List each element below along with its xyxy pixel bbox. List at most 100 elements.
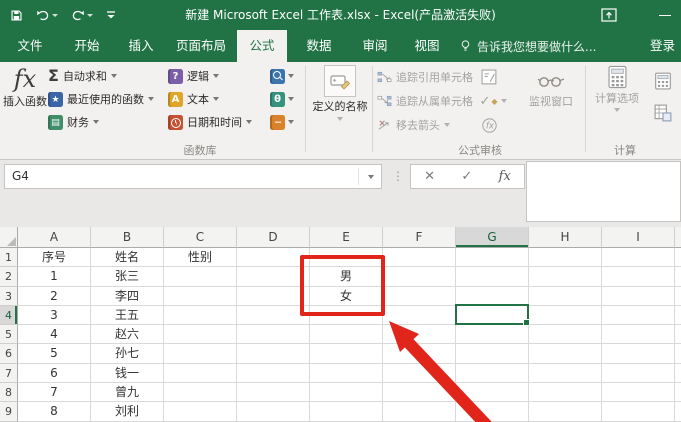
cell-G6[interactable]	[456, 344, 529, 364]
cell-H8[interactable]	[529, 383, 602, 403]
logical-button[interactable]: ? 逻辑	[168, 65, 219, 87]
column-header-I[interactable]: I	[602, 227, 675, 248]
cell-C3[interactable]	[164, 286, 237, 306]
minimize-button[interactable]	[659, 0, 671, 30]
cell-H7[interactable]	[529, 363, 602, 384]
cell-H3[interactable]	[529, 286, 602, 306]
autosum-button[interactable]: Σ 自动求和	[48, 65, 117, 87]
cell-I1[interactable]	[602, 248, 675, 268]
cell-H2[interactable]	[529, 267, 602, 287]
tab-page-layout[interactable]: 页面布局	[168, 30, 234, 62]
cell-F9[interactable]	[383, 402, 456, 422]
column-header-H[interactable]: H	[529, 227, 602, 248]
error-checking-button[interactable]: ✓ ◆	[476, 88, 510, 114]
column-header-E[interactable]: E	[310, 227, 383, 248]
tab-data[interactable]: 数据	[292, 30, 346, 62]
cell-G2[interactable]	[456, 267, 529, 287]
cell-I8[interactable]	[602, 383, 675, 403]
trace-dependents-button[interactable]: 追踪从属单元格	[377, 90, 473, 112]
cell-E6[interactable]	[310, 344, 383, 364]
cell-C6[interactable]	[164, 344, 237, 364]
cell-B9[interactable]: 刘利	[91, 402, 164, 422]
tab-insert[interactable]: 插入	[114, 30, 168, 62]
cell-D7[interactable]	[237, 363, 310, 384]
cell-H6[interactable]	[529, 344, 602, 364]
select-all-corner[interactable]	[0, 227, 18, 248]
cell-G5[interactable]	[456, 325, 529, 345]
row-header-5[interactable]: 5	[0, 325, 18, 345]
cancel-button[interactable]: ✕	[424, 169, 435, 184]
cell-C5[interactable]	[164, 325, 237, 345]
cell-C9[interactable]	[164, 402, 237, 422]
cell-D6[interactable]	[237, 344, 310, 364]
column-header-G[interactable]: G	[456, 227, 529, 248]
tab-home[interactable]: 开始	[60, 30, 114, 62]
ribbon-display-options-button[interactable]	[601, 0, 617, 30]
tab-view[interactable]: 视图	[400, 30, 454, 62]
row-header-3[interactable]: 3	[0, 286, 18, 306]
cell-E9[interactable]	[310, 402, 383, 422]
cell-H5[interactable]	[529, 325, 602, 345]
more-functions-button[interactable]: ···	[270, 111, 298, 133]
cell-F8[interactable]	[383, 383, 456, 403]
cell-B5[interactable]: 赵六	[91, 325, 164, 345]
cell-F4[interactable]	[383, 305, 456, 326]
tab-formulas[interactable]: 公式	[237, 30, 287, 62]
cell-G3[interactable]	[456, 286, 529, 306]
row-header-8[interactable]: 8	[0, 383, 18, 403]
cell-G1[interactable]	[456, 248, 529, 268]
cell-A8[interactable]: 7	[18, 383, 91, 403]
cell-I5[interactable]	[602, 325, 675, 345]
cell-F6[interactable]	[383, 344, 456, 364]
cell-D9[interactable]	[237, 402, 310, 422]
row-header-1[interactable]: 1	[0, 248, 18, 268]
cell-H1[interactable]	[529, 248, 602, 268]
cell-I4[interactable]	[602, 305, 675, 326]
cell-A5[interactable]: 4	[18, 325, 91, 345]
cell-E7[interactable]	[310, 363, 383, 384]
math-trig-button[interactable]: θ	[270, 88, 298, 110]
cell-A7[interactable]: 6	[18, 363, 91, 384]
cell-B7[interactable]: 钱一	[91, 363, 164, 384]
cell-I3[interactable]	[602, 286, 675, 306]
cell-I2[interactable]	[602, 267, 675, 287]
cell-I6[interactable]	[602, 344, 675, 364]
cell-A4[interactable]: 3	[18, 305, 91, 326]
row-header-9[interactable]: 9	[0, 402, 18, 422]
insert-function-button[interactable]: fx 插入函数	[2, 66, 48, 108]
cell-E8[interactable]	[310, 383, 383, 403]
cell-B2[interactable]: 张三	[91, 267, 164, 287]
cell-G9[interactable]	[456, 402, 529, 422]
cell-H4[interactable]	[529, 305, 602, 326]
cell-B4[interactable]: 王五	[91, 305, 164, 326]
calculation-options-button[interactable]: 计算选项	[592, 65, 642, 112]
column-header-F[interactable]: F	[383, 227, 456, 248]
column-header-C[interactable]: C	[164, 227, 237, 248]
text-button[interactable]: A 文本	[168, 88, 219, 110]
cell-C8[interactable]	[164, 383, 237, 403]
calculate-sheet-button[interactable]	[652, 100, 674, 126]
row-header-6[interactable]: 6	[0, 344, 18, 364]
cell-A9[interactable]: 8	[18, 402, 91, 422]
show-formulas-button[interactable]	[478, 64, 500, 90]
cell-F2[interactable]	[383, 267, 456, 287]
cell-C4[interactable]	[164, 305, 237, 326]
cell-G8[interactable]	[456, 383, 529, 403]
defined-names-button[interactable]: 定义的名称	[309, 65, 371, 121]
cell-C7[interactable]	[164, 363, 237, 384]
column-header-B[interactable]: B	[91, 227, 164, 248]
financial-button[interactable]: ▤ 财务	[48, 111, 99, 133]
recently-used-functions-button[interactable]: ★ 最近使用的函数	[48, 88, 154, 110]
cell-F5[interactable]	[383, 325, 456, 345]
formula-bar-resize-handle[interactable]: ⋮	[392, 165, 404, 188]
date-time-button[interactable]: 日期和时间	[168, 111, 252, 133]
cell-B6[interactable]: 孙七	[91, 344, 164, 364]
enter-button[interactable]: ✓	[461, 169, 472, 184]
cell-F3[interactable]	[383, 286, 456, 306]
cell-B1[interactable]: 姓名	[91, 248, 164, 268]
tell-me-box[interactable]: 告诉我您想要做什么...	[460, 30, 596, 62]
cell-F7[interactable]	[383, 363, 456, 384]
cell-C1[interactable]: 性别	[164, 248, 237, 268]
cell-A3[interactable]: 2	[18, 286, 91, 306]
column-header-D[interactable]: D	[237, 227, 310, 248]
